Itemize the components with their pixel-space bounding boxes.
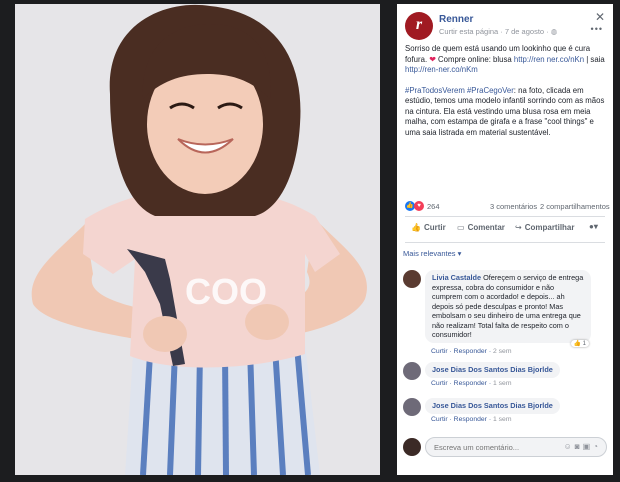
comment-like-link[interactable]: Curtir (431, 416, 448, 423)
comment-filter[interactable]: Mais relevantes ▾ (403, 249, 461, 258)
divider (405, 242, 605, 243)
sticker-icon[interactable]: ◔ (593, 442, 601, 451)
shop-text: Compre online: blusa (438, 54, 512, 64)
like-reaction-icon: 👍 (573, 341, 581, 347)
avatar[interactable] (403, 270, 421, 288)
thumbs-up-icon: 👍 (411, 223, 421, 232)
renner-logo[interactable]: r (405, 12, 433, 40)
comment-bubble: Jose Dias Dos Santos Dias Bjorlde (425, 362, 560, 378)
comment-like-link[interactable]: Curtir (431, 380, 448, 387)
logo-letter: r (415, 16, 423, 33)
shop-link-skirt[interactable]: http://ren-ner.co/nKm (405, 65, 478, 74)
more-icon[interactable]: ••• (591, 24, 603, 34)
love-reaction-icon: ♥ (414, 201, 424, 211)
comment-button[interactable]: ▭ Comentar (457, 223, 505, 232)
action-bar: 👍 Curtir ▭ Comentar ↪ Compartilhar ●▾ (405, 219, 605, 239)
like-button[interactable]: 👍 Curtir (411, 223, 446, 232)
post-photo[interactable]: COO (15, 4, 380, 475)
comment-time[interactable]: 1 sem (493, 416, 512, 423)
comment-reactions[interactable]: 👍 1 (570, 340, 589, 347)
share-label: Compartilhar (524, 223, 575, 232)
comment-author[interactable]: Livia Castalde (432, 273, 481, 282)
shop-link-blouse[interactable]: http://ren ner.co/nKn (514, 55, 584, 64)
like-label: Curtir (423, 223, 446, 232)
post-text: Sorriso de quem está usando um lookinho … (405, 44, 605, 148)
post-stats: 👍 ♥ 264 3 comentários 2 compartilhamento… (405, 201, 610, 213)
composer-icons: ☺◙▣◔ (564, 442, 601, 451)
comment-actions: Curtir · Responder · 2 sem (431, 348, 512, 355)
avatar[interactable] (403, 438, 421, 456)
comment-text: Ofereçem o serviço de entrega expressa, … (432, 273, 584, 339)
comment-actions: Curtir · Responder · 1 sem (431, 380, 512, 387)
page-name[interactable]: Renner (439, 14, 473, 25)
comment-like-link[interactable]: Curtir (431, 348, 448, 355)
comment-actions: Curtir · Responder · 1 sem (431, 416, 512, 423)
comment-bubble: Jose Dias Dos Santos Dias Bjorlde (425, 398, 560, 414)
comments-count[interactable]: 3 comentários (490, 202, 537, 211)
post-header: r Renner Curtir esta página · 7 de agost… (405, 10, 605, 42)
camera-icon[interactable]: ◙ (575, 442, 583, 451)
comment-reply-link[interactable]: Responder (454, 348, 487, 355)
speech-bubble-icon: ▭ (457, 223, 465, 232)
comment-reply-link[interactable]: Responder (454, 380, 487, 387)
comment-author[interactable]: Jose Dias Dos Santos Dias Bjorlde (432, 365, 553, 374)
svg-text:COO: COO (185, 271, 267, 312)
comment-reply-link[interactable]: Responder (454, 416, 487, 423)
child-model-image: COO (15, 4, 380, 475)
share-arrow-icon: ↪ (515, 223, 522, 232)
globe-icon: ◍ (550, 27, 558, 36)
shares-count[interactable]: 2 compartilhamentos (540, 202, 610, 211)
comment-bubble: Livia Castalde Ofereçem o serviço de ent… (425, 270, 591, 343)
share-audience-dropdown[interactable]: ●▾ (589, 222, 603, 234)
comment-composer: ☺◙▣◔ (403, 437, 609, 457)
chevron-down-icon: ▾ (593, 222, 598, 231)
avatar[interactable] (403, 398, 421, 416)
share-button[interactable]: ↪ Compartilhar (515, 223, 575, 232)
comment-time[interactable]: 1 sem (493, 380, 512, 387)
comment-time[interactable]: 2 sem (493, 348, 512, 355)
post-meta: Curtir esta página · 7 de agosto · ◍ (439, 27, 558, 36)
emoji-icon[interactable]: ☺ (564, 442, 575, 451)
heart-emoji-icon: ❤ (429, 54, 436, 64)
like-page-link[interactable]: Curtir esta página (439, 27, 498, 36)
divider (405, 216, 605, 217)
close-icon[interactable]: ✕ (595, 10, 605, 24)
shop-separator: | saia (584, 54, 605, 64)
comment-author[interactable]: Jose Dias Dos Santos Dias Bjorlde (432, 401, 553, 410)
comment-label: Comentar (467, 223, 505, 232)
avatar[interactable] (403, 362, 421, 380)
post-panel: r Renner Curtir esta página · 7 de agost… (397, 4, 613, 475)
post-date[interactable]: 7 de agosto (505, 27, 544, 36)
comment-reaction-count: 1 (582, 341, 586, 347)
reactions-count[interactable]: 264 (427, 202, 440, 211)
hashtags[interactable]: #PraTodosVerem #PraCegoVer (405, 86, 514, 95)
gif-icon[interactable]: ▣ (583, 442, 594, 451)
